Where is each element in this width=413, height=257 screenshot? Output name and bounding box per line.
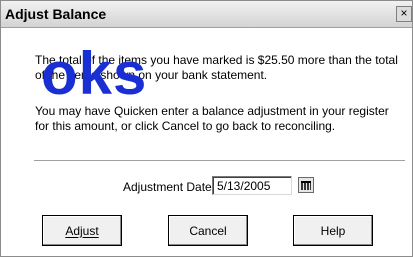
cancel-button-label: Cancel: [189, 223, 227, 238]
title-bar: Adjust Balance ×: [1, 1, 412, 28]
message-instruction: You may have Quicken enter a balance adj…: [35, 104, 389, 133]
adjustment-date-field[interactable]: [212, 176, 292, 195]
adjust-button-label: Adjust: [65, 223, 99, 238]
cancel-button[interactable]: Cancel: [168, 215, 248, 246]
adjust-balance-dialog: Adjust Balance × The total of the items …: [0, 0, 413, 257]
message-difference: The total of the items you have marked i…: [35, 53, 398, 82]
adjustment-date-label: Adjustment Date:: [123, 180, 216, 194]
dialog-content: The total of the items you have marked i…: [1, 28, 412, 256]
adjust-button[interactable]: Adjust: [42, 215, 122, 246]
help-button[interactable]: Help: [293, 215, 373, 246]
help-button-label: Help: [320, 223, 346, 238]
separator: [34, 160, 405, 162]
calendar-icon[interactable]: [298, 177, 314, 193]
close-icon[interactable]: ×: [396, 6, 412, 22]
calendar-grid: [301, 181, 311, 190]
dialog-title: Adjust Balance: [5, 6, 107, 22]
